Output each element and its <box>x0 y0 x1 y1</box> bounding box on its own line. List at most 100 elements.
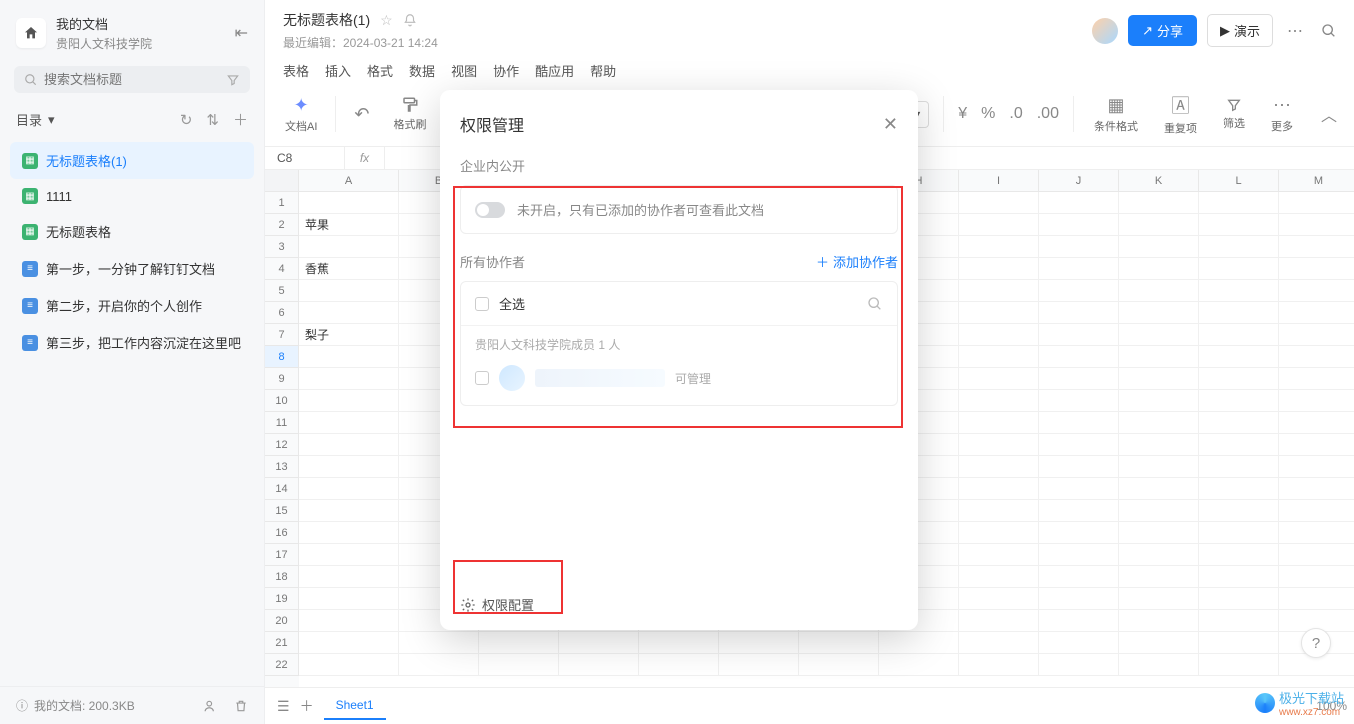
cell[interactable] <box>1279 214 1354 236</box>
cell[interactable] <box>299 236 399 258</box>
add-collaborator-button[interactable]: ＋ 添加协作者 <box>816 252 898 271</box>
public-toggle[interactable] <box>475 202 505 218</box>
cell[interactable] <box>1199 610 1279 632</box>
cell[interactable] <box>1279 280 1354 302</box>
cell[interactable] <box>959 390 1039 412</box>
cell[interactable] <box>299 610 399 632</box>
cell[interactable] <box>1199 390 1279 412</box>
row-header[interactable]: 20 <box>265 610 299 632</box>
cell[interactable] <box>1119 456 1199 478</box>
cell[interactable] <box>1279 456 1354 478</box>
row-header[interactable]: 16 <box>265 522 299 544</box>
cell[interactable] <box>299 412 399 434</box>
column-header[interactable]: M <box>1279 170 1354 192</box>
cell[interactable] <box>959 258 1039 280</box>
cell[interactable] <box>1279 500 1354 522</box>
member-role[interactable]: 可管理 <box>675 370 711 387</box>
cell[interactable] <box>1199 456 1279 478</box>
cell[interactable] <box>1039 368 1119 390</box>
row-header[interactable]: 9 <box>265 368 299 390</box>
search-docs[interactable] <box>14 66 250 93</box>
cell[interactable] <box>1119 632 1199 654</box>
cell[interactable] <box>1279 588 1354 610</box>
cell[interactable] <box>879 654 959 676</box>
cell[interactable] <box>959 346 1039 368</box>
cell[interactable] <box>1119 566 1199 588</box>
cell[interactable] <box>1039 610 1119 632</box>
cell[interactable] <box>1199 346 1279 368</box>
cell[interactable] <box>959 280 1039 302</box>
sidebar-item[interactable]: ▦无标题表格(1) <box>10 142 254 179</box>
cell[interactable] <box>1119 610 1199 632</box>
menu-item[interactable]: 协作 <box>493 61 519 80</box>
row-header[interactable]: 22 <box>265 654 299 676</box>
menu-item[interactable]: 数据 <box>409 61 435 80</box>
cell[interactable] <box>1199 434 1279 456</box>
sidebar-item[interactable]: ▦无标题表格 <box>10 213 254 250</box>
cell[interactable] <box>1199 478 1279 500</box>
help-button[interactable]: ? <box>1301 628 1331 658</box>
cell[interactable] <box>1119 434 1199 456</box>
cell[interactable] <box>1039 192 1119 214</box>
sidebar-item[interactable]: ≡第一步，一分钟了解钉钉文档 <box>10 250 254 287</box>
cell[interactable] <box>1119 478 1199 500</box>
column-header[interactable]: I <box>959 170 1039 192</box>
doc-title[interactable]: 无标题表格(1) <box>283 10 370 30</box>
cell[interactable] <box>639 654 719 676</box>
cell[interactable] <box>959 368 1039 390</box>
cell[interactable] <box>1279 434 1354 456</box>
share-button[interactable]: ↗ 分享 <box>1128 15 1197 46</box>
cell[interactable] <box>399 632 479 654</box>
cell[interactable] <box>1279 522 1354 544</box>
cell[interactable] <box>299 390 399 412</box>
decimal-inc-icon[interactable]: .00 <box>1037 105 1059 123</box>
cell[interactable] <box>1039 456 1119 478</box>
select-all-corner[interactable] <box>265 170 299 192</box>
cell[interactable]: 香蕉 <box>299 258 399 280</box>
column-header[interactable]: K <box>1119 170 1199 192</box>
cell[interactable] <box>1279 566 1354 588</box>
select-all-checkbox[interactable] <box>475 297 489 311</box>
cell[interactable] <box>299 302 399 324</box>
cell[interactable] <box>299 280 399 302</box>
chevron-down-icon[interactable]: ▾ <box>48 112 55 128</box>
cell[interactable] <box>1119 302 1199 324</box>
cell[interactable] <box>1199 324 1279 346</box>
cell[interactable] <box>1039 434 1119 456</box>
cell[interactable] <box>1039 346 1119 368</box>
cell[interactable] <box>1119 236 1199 258</box>
tool-more[interactable]: ⋯ 更多 <box>1265 93 1299 136</box>
cell[interactable] <box>1279 412 1354 434</box>
cell[interactable] <box>959 324 1039 346</box>
cell[interactable] <box>1039 500 1119 522</box>
search-input[interactable] <box>44 72 220 87</box>
column-header[interactable]: L <box>1199 170 1279 192</box>
tool-duplicate[interactable]: 🄰 重复项 <box>1158 90 1203 138</box>
cell[interactable] <box>1279 390 1354 412</box>
row-header[interactable]: 17 <box>265 544 299 566</box>
cell[interactable] <box>1119 500 1199 522</box>
cell[interactable] <box>299 368 399 390</box>
cell[interactable] <box>1119 346 1199 368</box>
cell[interactable] <box>1039 522 1119 544</box>
home-icon[interactable] <box>16 18 46 48</box>
cell[interactable] <box>1119 544 1199 566</box>
refresh-icon[interactable]: ↻ <box>180 111 193 129</box>
row-header[interactable]: 3 <box>265 236 299 258</box>
cell[interactable] <box>1119 588 1199 610</box>
cell[interactable] <box>299 522 399 544</box>
cell[interactable] <box>1039 654 1119 676</box>
cell[interactable] <box>719 632 799 654</box>
column-header[interactable]: A <box>299 170 399 192</box>
cell[interactable] <box>719 654 799 676</box>
cell[interactable] <box>299 500 399 522</box>
currency-icon[interactable]: ¥ <box>958 105 967 123</box>
cell[interactable] <box>799 632 879 654</box>
cell[interactable] <box>299 588 399 610</box>
cell[interactable] <box>1039 390 1119 412</box>
row-header[interactable]: 1 <box>265 192 299 214</box>
tool-cond-format[interactable]: ▦ 条件格式 <box>1088 93 1144 136</box>
cell[interactable] <box>1199 302 1279 324</box>
cell[interactable] <box>959 192 1039 214</box>
cell[interactable] <box>959 588 1039 610</box>
